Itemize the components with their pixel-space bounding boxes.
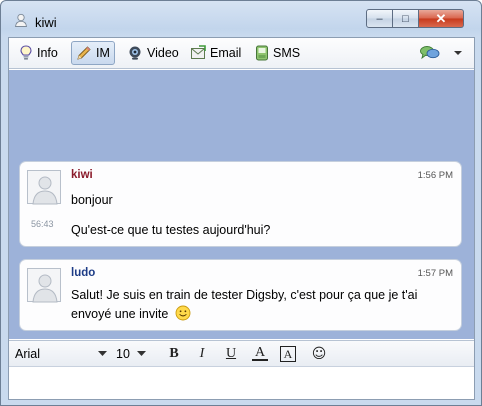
chevron-down-icon (454, 51, 462, 55)
tab-video-label: Video (147, 46, 179, 60)
italic-button[interactable]: I (194, 346, 210, 362)
tab-info[interactable]: Info (15, 41, 62, 65)
email-icon (191, 45, 206, 59)
sender-name: ludo (71, 267, 96, 279)
font-size-select[interactable]: 10 (116, 347, 130, 361)
minimize-button[interactable]: – (366, 9, 393, 28)
underline-button[interactable]: U (223, 346, 239, 362)
tab-info-label: Info (37, 46, 58, 60)
tab-video[interactable]: Video (123, 41, 183, 65)
more-services-button[interactable] (419, 41, 465, 65)
tab-im-label: IM (96, 46, 110, 60)
tab-email[interactable]: Email (186, 41, 245, 65)
close-button[interactable]: ✕ (419, 9, 464, 28)
maximize-button[interactable]: □ (393, 9, 419, 28)
emoticon-button[interactable]: ☺ (311, 346, 327, 362)
sender-name: kiwi (71, 169, 93, 181)
tab-sms[interactable]: SMS (251, 41, 304, 65)
window-client: Info IM Video Email SMS kiwi 1:56 PM bon… (8, 37, 475, 400)
title-bar[interactable]: kiwi – □ ✕ (1, 1, 481, 33)
message-text: Salut! Je suis en train de tester Digsby… (71, 288, 418, 302)
window-title: kiwi (35, 15, 57, 30)
font-family-select[interactable]: Arial (15, 347, 40, 361)
buddy-icon (14, 13, 28, 27)
avatar (27, 268, 61, 303)
default-avatar-icon (32, 176, 58, 205)
avatar (27, 170, 61, 205)
formatting-toolbar: Arial 10 B I U A A ☺ (9, 340, 474, 367)
message-sub-timestamp: 56:43 (31, 219, 54, 229)
default-avatar-icon (32, 274, 58, 303)
message-bubble: kiwi 1:56 PM bonjour 56:43 Qu'est-ce que… (19, 161, 462, 247)
message-timestamp: 1:56 PM (417, 170, 453, 181)
message-timestamp: 1:57 PM (417, 268, 453, 279)
message-text-continued: envoyé une invite (71, 305, 191, 321)
conversation-area[interactable]: kiwi 1:56 PM bonjour 56:43 Qu'est-ce que… (9, 70, 474, 339)
action-toolbar: Info IM Video Email SMS (9, 38, 474, 69)
font-color-button[interactable]: A (252, 345, 268, 361)
background-color-button[interactable]: A (280, 346, 296, 362)
tab-email-label: Email (210, 46, 242, 60)
message-text: bonjour (71, 193, 113, 207)
chevron-down-icon[interactable] (137, 351, 146, 357)
tab-im[interactable]: IM (71, 41, 115, 65)
chevron-down-icon[interactable] (98, 351, 107, 357)
phone-icon (256, 45, 268, 61)
message-input[interactable] (9, 368, 474, 399)
pencil-icon (77, 46, 91, 60)
message-text-line: envoyé une invite (71, 307, 169, 321)
bulb-icon (20, 45, 32, 60)
webcam-icon (129, 46, 141, 60)
message-bubble: ludo 1:57 PM Salut! Je suis en train de … (19, 259, 462, 331)
message-text: Qu'est-ce que tu testes aujourd'hui? (71, 223, 271, 237)
chat-bubbles-icon (420, 46, 440, 60)
tab-sms-label: SMS (273, 46, 301, 60)
bold-button[interactable]: B (166, 346, 182, 362)
smiley-icon (175, 305, 191, 321)
chat-window: kiwi – □ ✕ Info IM Video Email SMS kiwi … (0, 0, 482, 406)
